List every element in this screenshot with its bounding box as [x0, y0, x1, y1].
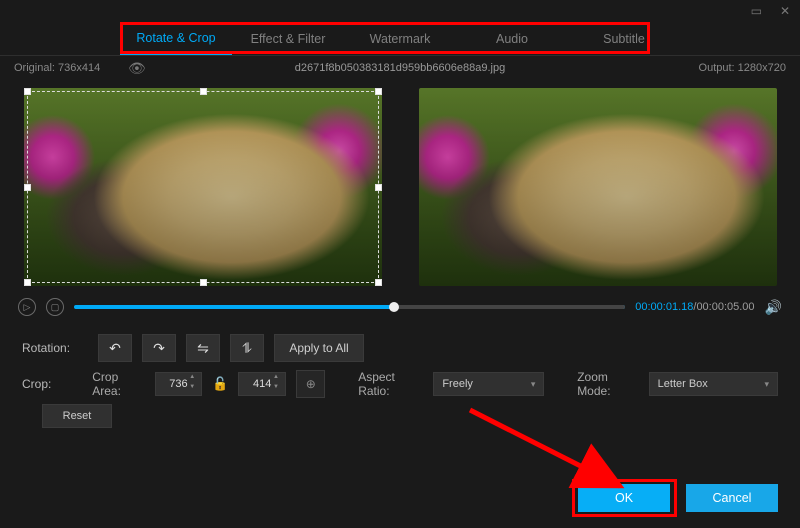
rotate-left-button[interactable]: ↶ — [98, 334, 132, 362]
crop-handle-bc[interactable] — [200, 279, 207, 286]
play-button[interactable]: ▷ — [18, 298, 36, 316]
tab-subtitle[interactable]: Subtitle — [568, 24, 680, 54]
footer: OK Cancel — [578, 484, 778, 512]
timeline-track[interactable] — [74, 305, 625, 309]
chevron-down-icon: ▾ — [764, 379, 769, 390]
tab-rotate-crop[interactable]: Rotate & Crop — [120, 23, 232, 55]
titlebar: ▭ ✕ — [0, 0, 800, 22]
play-icon: ▷ — [24, 302, 31, 313]
crop-area-label: Crop Area: — [92, 370, 144, 398]
crop-height-value: 414 — [253, 378, 271, 390]
crop-selection[interactable] — [27, 91, 379, 283]
filename: d2671f8b050383181d959bb6606e88a9.jpg — [295, 62, 505, 74]
zoom-mode-value: Letter Box — [658, 378, 708, 390]
crop-width-input[interactable]: 736▲▼ — [155, 372, 203, 396]
crop-row: Crop: Crop Area: 736▲▼ 🔓 414▲▼ ⊕ Aspect … — [22, 366, 778, 402]
timeline-playhead[interactable] — [389, 302, 399, 312]
crop-handle-ml[interactable] — [24, 184, 31, 191]
eye-icon[interactable]: 👁 — [128, 60, 146, 77]
aspect-ratio-label: Aspect Ratio: — [358, 370, 423, 398]
stop-icon: ▢ — [51, 302, 60, 313]
zoom-mode-label: Zoom Mode: — [577, 370, 638, 398]
file-info-row: Original: 736x414 👁 d2671f8b050383181d95… — [0, 58, 800, 78]
aspect-ratio-value: Freely — [442, 378, 473, 390]
flip-horizontal-button[interactable]: ⇋ — [186, 334, 220, 362]
preview-original-panel — [20, 84, 385, 290]
rotation-label: Rotation: — [22, 341, 88, 355]
preview-output-image — [419, 88, 777, 286]
preview-original-image[interactable] — [24, 88, 382, 286]
rotation-row: Rotation: ↶ ↷ ⇋ ⥮ Apply to All — [22, 330, 778, 366]
tab-watermark[interactable]: Watermark — [344, 24, 456, 54]
cancel-button[interactable]: Cancel — [686, 484, 778, 512]
crop-handle-tr[interactable] — [375, 88, 382, 95]
apply-to-all-button[interactable]: Apply to All — [274, 334, 364, 362]
center-crop-button[interactable]: ⊕ — [296, 370, 325, 398]
chevron-down-icon: ▾ — [531, 379, 536, 390]
original-size-label: Original: 736x414 — [14, 62, 100, 74]
close-icon[interactable]: ✕ — [780, 4, 790, 22]
output-size-label: Output: 1280x720 — [699, 62, 786, 74]
time-current: 00:00:01.18 — [635, 301, 693, 313]
preview-area — [0, 78, 800, 290]
time-total: 00:00:05.00 — [696, 301, 754, 313]
aspect-ratio-select[interactable]: Freely ▾ — [433, 372, 544, 396]
controls: Rotation: ↶ ↷ ⇋ ⥮ Apply to All Crop: Cro… — [0, 320, 800, 428]
time-display: 00:00:01.18/00:00:05.00 — [635, 301, 754, 313]
timeline: ▷ ▢ 00:00:01.18/00:00:05.00 🔊 — [0, 290, 800, 320]
rotate-right-button[interactable]: ↷ — [142, 334, 176, 362]
crop-handle-br[interactable] — [375, 279, 382, 286]
crop-handle-mr[interactable] — [375, 184, 382, 191]
preview-output-panel — [415, 84, 780, 290]
minimize-icon[interactable]: ▭ — [751, 4, 762, 22]
tab-audio[interactable]: Audio — [456, 24, 568, 54]
crop-handle-tc[interactable] — [200, 88, 207, 95]
lock-aspect-icon[interactable]: 🔓 — [212, 376, 228, 392]
crop-handle-bl[interactable] — [24, 279, 31, 286]
reset-button[interactable]: Reset — [42, 404, 112, 428]
flip-vertical-button[interactable]: ⥮ — [230, 334, 264, 362]
ok-button[interactable]: OK — [578, 484, 670, 512]
tabs: Rotate & Crop Effect & Filter Watermark … — [0, 22, 800, 56]
stop-button[interactable]: ▢ — [46, 298, 64, 316]
timeline-remaining — [394, 305, 626, 309]
tab-effect-filter[interactable]: Effect & Filter — [232, 24, 344, 54]
volume-icon[interactable]: 🔊 — [765, 299, 782, 316]
crop-handle-tl[interactable] — [24, 88, 31, 95]
zoom-mode-select[interactable]: Letter Box ▾ — [649, 372, 778, 396]
crop-label: Crop: — [22, 377, 82, 391]
crop-width-value: 736 — [169, 378, 187, 390]
editor-window: ▭ ✕ Rotate & Crop Effect & Filter Waterm… — [0, 0, 800, 528]
crop-height-input[interactable]: 414▲▼ — [238, 372, 286, 396]
